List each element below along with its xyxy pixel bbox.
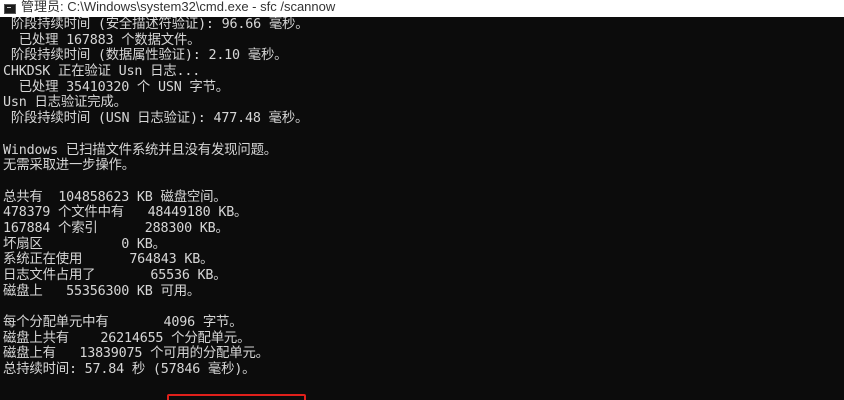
console-line: 已处理 35410320 个 USN 字节。 [3, 79, 229, 95]
console-line: 坏扇区 0 KB。 [3, 236, 166, 252]
cmd-window: 管理员: C:\Windows\system32\cmd.exe - sfc /… [0, 0, 844, 400]
console-line: 磁盘上有 13839075 个可用的分配单元。 [3, 346, 269, 362]
console-line: 磁盘上 55356300 KB 可用。 [3, 283, 201, 299]
console-line: 无需采取进一步操作。 [3, 158, 135, 174]
console-line: 阶段持续时间 (安全描述符验证): 96.66 毫秒。 [3, 17, 309, 32]
console-line: Windows 已扫描文件系统并且没有发现问题。 [3, 142, 277, 158]
console-line: 日志文件占用了 65536 KB。 [3, 268, 227, 283]
red-highlight-box [167, 394, 306, 400]
title-bar[interactable]: 管理员: C:\Windows\system32\cmd.exe - sfc /… [0, 0, 844, 17]
console-line: 阶段持续时间 (数据属性验证): 2.10 毫秒。 [3, 48, 288, 64]
console-line: 总持续时间: 57.84 秒 (57846 毫秒)。 [3, 362, 256, 378]
console-line: 系统正在使用 764843 KB。 [3, 252, 214, 268]
cmd-icon [4, 3, 16, 14]
console-line: 已处理 167883 个数据文件。 [3, 32, 201, 48]
console-line: CHKDSK 正在验证 Usn 日志... [3, 64, 201, 80]
window-title: 管理员: C:\Windows\system32\cmd.exe - sfc /… [21, 0, 336, 14]
console-output[interactable]: 阶段持续时间 (安全描述符验证): 96.66 毫秒。 已处理 167883 个… [3, 17, 841, 400]
console-line: 磁盘上共有 26214655 个分配单元。 [3, 330, 251, 346]
console-line: 167884 个索引 288300 KB。 [3, 220, 229, 236]
console-line: 总共有 104858623 KB 磁盘空间。 [3, 189, 227, 205]
console-line: 阶段持续时间 (USN 日志验证): 477.48 毫秒。 [3, 111, 309, 127]
console-line: 每个分配单元中有 4096 字节。 [3, 315, 243, 331]
console-line: 478379 个文件中有 48449180 KB。 [3, 205, 248, 221]
console-line: Usn 日志验证完成。 [3, 95, 127, 111]
